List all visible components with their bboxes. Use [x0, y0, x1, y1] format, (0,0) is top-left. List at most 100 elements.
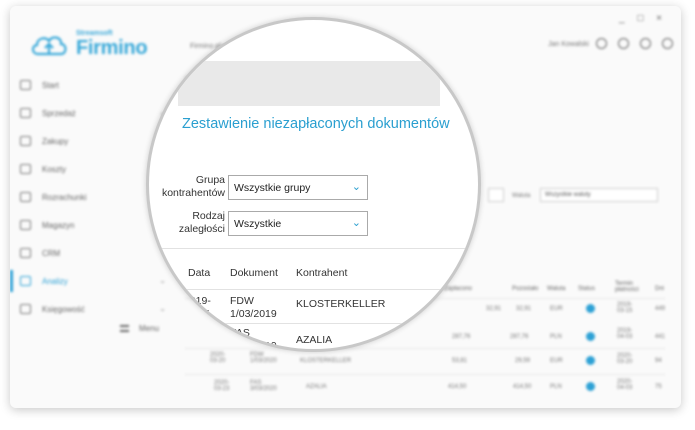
chevron-down-icon: ⌄	[351, 181, 361, 193]
type-filter-label-line2: zaległości	[178, 223, 225, 235]
cell-paid: 32,91	[486, 306, 502, 312]
brand-name: Firmino	[76, 37, 148, 59]
cell-left: 287,76	[510, 334, 529, 340]
sidebar-item-label: Koszty	[42, 165, 67, 174]
cell-days: 75	[655, 384, 662, 390]
cell-days: 449	[655, 306, 666, 312]
type-select[interactable]: Wszystkie ⌄	[228, 211, 368, 236]
col-contractor: Kontrahent	[296, 267, 348, 279]
status-icon[interactable]	[586, 304, 595, 313]
sidebar-item-start[interactable]: Start	[10, 72, 172, 100]
cloud-logo-icon	[31, 36, 67, 56]
cell-paid: 414,50	[448, 384, 467, 390]
col-date: Data	[188, 267, 211, 279]
sidebar-item-label: Analizy	[42, 277, 68, 286]
sidebar-item-label: CRM	[42, 249, 61, 258]
sidebar-item-label: Księgowość	[42, 305, 85, 314]
currency-select[interactable]: Wszystkie waluty	[540, 188, 658, 202]
sidebar-item-zakupy[interactable]: Zakupy⌄	[10, 128, 172, 156]
power-icon[interactable]	[662, 38, 673, 49]
group-filter-label-line2: kontrahentów	[161, 187, 225, 199]
cell-due: 2020-03-20	[617, 353, 633, 365]
col-status: Status	[578, 286, 596, 292]
cell-date: 2020-03-20	[210, 352, 226, 364]
printer-icon[interactable]	[586, 382, 595, 391]
col-currency: Waluta	[547, 286, 566, 292]
gear-icon[interactable]	[618, 38, 629, 49]
row-divider	[153, 323, 478, 324]
warehouse-icon	[20, 220, 31, 230]
group-select[interactable]: Wszystkie grupy ⌄	[228, 175, 368, 200]
cell-currency: PLN	[550, 334, 562, 340]
group-filter-label: Grupa kontrahentów	[153, 174, 225, 200]
cell-date: 2019-03-02	[184, 329, 211, 352]
cell-due: 2020-04-03	[617, 379, 633, 391]
user-icon[interactable]	[596, 38, 607, 49]
sidebar-item-label: Rozrachunki	[42, 193, 87, 202]
col-due: Termin płatności	[615, 281, 639, 293]
sidebar-item-crm[interactable]: CRM	[10, 240, 172, 268]
brand-company: Streamsoft	[76, 30, 113, 37]
cart-icon	[20, 108, 31, 118]
cell-paid: 53,81	[452, 358, 468, 364]
sidebar-item-ksiegowosc[interactable]: Księgowość ⌄	[10, 296, 172, 324]
chart-icon	[20, 276, 31, 286]
user-name[interactable]: Jan Kowalski	[548, 41, 589, 48]
currency-label: Waluta	[512, 193, 531, 199]
cell-currency: PLN	[550, 384, 562, 390]
people-icon	[20, 248, 31, 258]
tab-strip	[178, 61, 440, 106]
status-icon[interactable]	[586, 356, 595, 365]
ledger-icon	[20, 192, 31, 202]
printer-icon[interactable]	[586, 332, 595, 341]
divider	[153, 248, 478, 249]
partial-select[interactable]	[488, 188, 504, 202]
cell-doc: FDW 1/03/2020	[250, 352, 277, 364]
type-filter-label-line1: Rodzaj	[192, 210, 225, 222]
type-select-value: Wszystkie	[234, 218, 282, 230]
sidebar-item-label: Sprzedaż	[42, 109, 76, 118]
chevron-down-icon: ⌄	[351, 217, 361, 229]
group-filter-label-line1: Grupa	[195, 174, 225, 186]
type-filter-label: Rodzaj zaległości	[153, 210, 225, 236]
help-icon[interactable]	[640, 38, 651, 49]
cell-left: 414,50	[513, 384, 532, 390]
cell-contractor: AZALIA	[296, 334, 333, 346]
magnifier-lens: Zestawienie niezapłaconych dokumentów Gr…	[146, 17, 481, 352]
row-divider	[153, 289, 478, 290]
book-icon	[20, 304, 31, 314]
cell-contractor: AZALIA	[306, 384, 327, 390]
cell-contractor: KLOSTERKELLER	[300, 358, 352, 364]
cell-contractor: KLOSTERKELLER	[296, 298, 386, 310]
cell-days: 94	[655, 358, 662, 364]
page-title: Zestawienie niezapłaconych dokumentów	[182, 116, 450, 132]
col-days: Dni	[655, 286, 665, 292]
row-divider	[185, 374, 665, 375]
sidebar-item-analizy[interactable]: Analizy ⌄	[10, 268, 172, 296]
col-document: Dokument	[230, 267, 278, 279]
hamburger-icon	[120, 325, 129, 333]
cell-document: FDW 1/03/2019	[230, 295, 277, 320]
lens-content: Zestawienie niezapłaconych dokumentów Gr…	[149, 20, 478, 352]
cell-currency: EUR	[550, 358, 563, 364]
cell-document: FAS 2/03/2019	[230, 327, 277, 352]
cell-doc: FAS 3/03/2020	[250, 380, 277, 392]
coins-icon	[20, 164, 31, 174]
cell-due: 2019-04-03	[617, 328, 633, 340]
cell-currency: EUR	[550, 306, 563, 312]
cell-due: 2019-03-15	[617, 302, 633, 314]
sidebar-item-label: Start	[42, 81, 59, 90]
sidebar-item-sprzedaz[interactable]: Sprzedaż⌄	[10, 100, 172, 128]
cell-left: 32,91	[516, 306, 532, 312]
cell-days: 441	[655, 334, 666, 340]
sidebar-item-label: Magazyn	[42, 221, 75, 230]
cell-left: 29,59	[515, 358, 531, 364]
sidebar-item-label: Zakupy	[42, 137, 69, 146]
cell-date: 2019-03-01	[184, 295, 211, 320]
group-select-value: Wszystkie grupy	[234, 182, 311, 194]
sidebar-item-magazyn[interactable]: Magazyn	[10, 212, 172, 240]
cell-date: 2020-03-23	[214, 380, 230, 392]
home-icon	[20, 80, 31, 90]
basket-icon	[20, 136, 31, 146]
col-left: Pozostało	[512, 286, 539, 292]
